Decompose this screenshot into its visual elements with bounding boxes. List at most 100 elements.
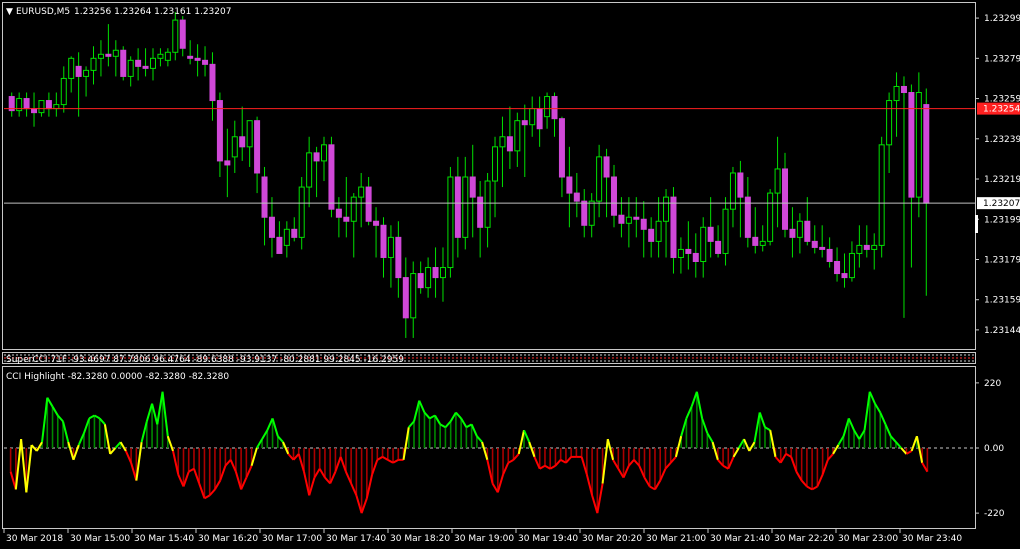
candle-body — [900, 85, 907, 94]
candle-body — [365, 186, 372, 222]
candle-body — [335, 208, 342, 218]
candle-body — [105, 53, 112, 57]
candle-body — [499, 136, 506, 148]
candle-body — [187, 55, 194, 59]
price-tick-label: 1.23299 — [984, 14, 1020, 24]
cci-histogram-layer — [4, 391, 975, 514]
candle-body — [878, 144, 885, 246]
candle-body — [848, 252, 855, 279]
candle-body — [886, 100, 893, 146]
candle-body — [90, 57, 97, 71]
candle-body — [31, 108, 38, 114]
candle-body — [782, 168, 789, 230]
time-tick-label: 30 Mar 18:20 — [390, 534, 450, 544]
candle-body — [68, 57, 75, 79]
symbol-label: EURUSD,M5 — [16, 7, 70, 17]
candle-body — [618, 214, 625, 224]
candle-body — [45, 100, 52, 110]
time-tick-label: 30 Mar 19:40 — [518, 534, 578, 544]
scroll-handle[interactable] — [975, 215, 978, 233]
candle-body — [692, 252, 699, 262]
candle-body — [588, 200, 595, 226]
candle-body — [135, 59, 142, 67]
candle-body — [469, 176, 476, 198]
candle-body — [759, 240, 766, 246]
candle-body — [863, 244, 870, 250]
candle-body — [172, 19, 179, 53]
time-tick-label: 30 Mar 15:00 — [70, 534, 130, 544]
candle-body — [551, 96, 558, 120]
time-tick-label: 30 Mar 2018 — [6, 534, 63, 544]
time-tick-label: 30 Mar 20:20 — [582, 534, 642, 544]
price-tick-label: 1.23219 — [984, 175, 1020, 185]
time-tick-label: 30 Mar 21:40 — [710, 534, 770, 544]
candle-body — [60, 77, 67, 106]
candle-body — [395, 236, 402, 279]
candle-body — [306, 152, 313, 188]
price-tick-label: 1.23144 — [984, 326, 1020, 336]
candle-body — [663, 196, 670, 222]
candle-body — [581, 200, 588, 226]
candle-body — [603, 156, 610, 178]
trading-chart[interactable]: 1.232991.232791.232591.232391.232191.231… — [0, 0, 1020, 549]
candle-body — [23, 98, 30, 110]
candle-body — [164, 51, 171, 61]
candle-body — [216, 100, 223, 162]
candle-body — [871, 244, 878, 250]
time-tick-label: 30 Mar 15:40 — [134, 534, 194, 544]
candle-body — [283, 228, 290, 246]
candle-body — [224, 160, 231, 166]
candle-body — [358, 186, 365, 198]
red-level-label: 1.23254 — [983, 105, 1020, 115]
candle-body — [439, 267, 446, 279]
candle-body — [387, 236, 394, 258]
time-tick-label: 30 Mar 21:00 — [646, 534, 706, 544]
candle-body — [544, 96, 551, 118]
cci-tick-label: 220 — [984, 379, 1001, 389]
candle-body — [596, 156, 603, 202]
candle-body — [536, 108, 543, 130]
time-axis: 30 Mar 2018 30 Mar 15:00 30 Mar 15:40 30 Ma… — [3, 528, 962, 544]
candle-body — [447, 176, 454, 269]
candle-body — [112, 49, 119, 57]
candle-body — [321, 144, 328, 162]
candle-body — [83, 69, 90, 77]
candle-body — [254, 120, 261, 174]
candle-body — [558, 118, 565, 178]
time-tick-label: 30 Mar 19:00 — [454, 534, 514, 544]
candle-body — [573, 192, 580, 202]
candle-body — [477, 196, 484, 228]
time-tick-label: 30 Mar 22:20 — [774, 534, 834, 544]
candle-body — [767, 192, 774, 242]
candle-body — [670, 196, 677, 258]
candle-body — [841, 273, 848, 279]
candle-body — [804, 220, 811, 242]
candles-layer — [8, 12, 930, 338]
candle-body — [856, 244, 863, 254]
candle-body — [715, 240, 722, 254]
dropdown-arrow-icon[interactable]: ▼ — [6, 7, 13, 17]
candle-body — [514, 120, 521, 152]
price-tick-label: 1.23179 — [984, 255, 1020, 265]
price-axis: 1.232991.232791.232591.232391.232191.231… — [975, 14, 1020, 336]
candle-body — [655, 220, 662, 242]
candle-body — [276, 236, 283, 254]
cci-axis: 220 0.00 -220 — [975, 379, 1005, 519]
candle-body — [700, 226, 707, 262]
main-chart-frame — [2, 2, 976, 350]
candle-body — [819, 246, 826, 250]
candle-body — [826, 248, 833, 262]
candle-body — [789, 228, 796, 238]
candle-body — [923, 104, 930, 204]
candle-body — [410, 273, 417, 319]
candle-body — [380, 224, 387, 258]
candle-body — [157, 53, 164, 59]
candle-body — [648, 228, 655, 242]
candle-body — [202, 59, 209, 65]
candle-body — [127, 59, 134, 77]
candle-body — [640, 218, 647, 230]
ohlc-label: 1.23256 1.23264 1.23161 1.23207 — [74, 7, 231, 17]
candle-body — [521, 120, 528, 126]
time-tick-label: 30 Mar 16:20 — [198, 534, 258, 544]
candle-body — [194, 57, 201, 61]
